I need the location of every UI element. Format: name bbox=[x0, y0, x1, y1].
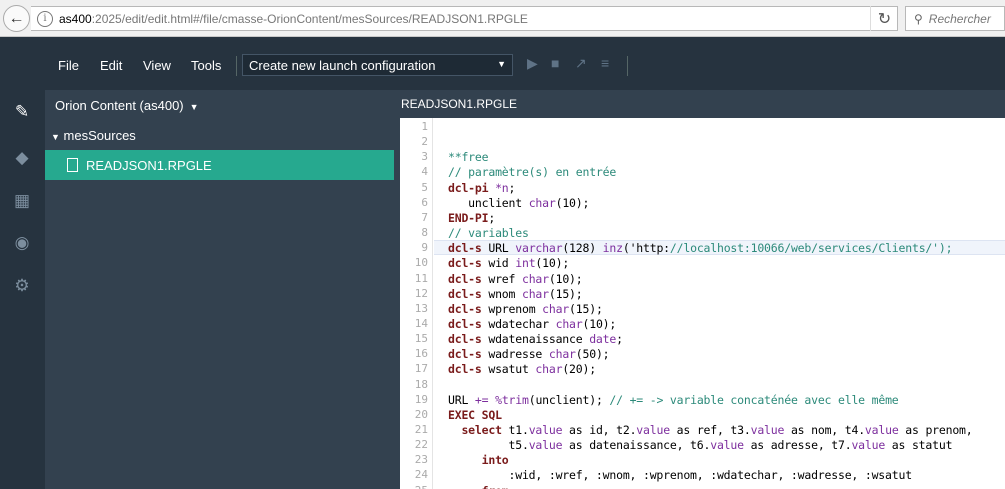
code-line[interactable]: from bbox=[448, 484, 509, 489]
globe-icon[interactable]: ◉ bbox=[10, 231, 34, 255]
line-number-gutter: 1234567891011121314151617181920212223242… bbox=[400, 118, 433, 489]
code-line[interactable]: unclient char(10); bbox=[448, 196, 589, 210]
folder-expand-icon: ▼ bbox=[51, 132, 60, 142]
line-number: 22 bbox=[414, 438, 428, 452]
code-line[interactable]: dcl-s wref char(10); bbox=[448, 272, 583, 286]
search-icon: ⚲ bbox=[914, 11, 923, 26]
file-label: READJSON1.RPGLE bbox=[86, 157, 212, 173]
line-number: 2 bbox=[421, 135, 428, 149]
code-line[interactable]: URL += %trim(unclient); // += -> variabl… bbox=[448, 393, 899, 407]
line-number: 8 bbox=[421, 226, 428, 240]
code-line[interactable]: EXEC SQL bbox=[448, 408, 502, 422]
open-external-icon[interactable]: ↗ bbox=[575, 55, 587, 72]
line-number: 18 bbox=[414, 377, 428, 391]
file-icon bbox=[67, 158, 78, 172]
line-number: 12 bbox=[414, 286, 428, 300]
file-navigator: Orion Content (as400) ▼ ▼ mesSources READ… bbox=[45, 90, 395, 489]
stop-icon[interactable]: ■ bbox=[551, 55, 559, 71]
search-input[interactable]: ⚲ Rechercher bbox=[905, 6, 1005, 31]
back-button[interactable]: ← bbox=[3, 5, 30, 32]
line-number: 10 bbox=[414, 256, 428, 270]
code-line[interactable]: select t1.value as id, t2.value as ref, … bbox=[448, 423, 972, 437]
code-line[interactable]: :wid, :wref, :wnom, :wprenom, :wdatechar… bbox=[448, 468, 913, 482]
code-line[interactable]: dcl-s wdatechar char(10); bbox=[448, 317, 616, 331]
line-number: 3 bbox=[421, 150, 428, 164]
settings-gear-icon[interactable]: ⚙ bbox=[10, 274, 34, 298]
code-line[interactable]: **free bbox=[448, 150, 489, 164]
terminal-icon[interactable]: ▦ bbox=[10, 189, 34, 213]
line-number: 24 bbox=[414, 468, 428, 482]
code-line[interactable]: dcl-s wdatenaissance date; bbox=[448, 332, 623, 346]
line-number: 21 bbox=[414, 423, 428, 436]
search-placeholder: Rechercher bbox=[928, 11, 991, 26]
git-icon[interactable]: ◆ bbox=[10, 146, 34, 170]
edit-pencil-icon[interactable]: ✎ bbox=[10, 100, 34, 124]
line-number: 14 bbox=[414, 316, 428, 330]
line-number: 19 bbox=[414, 392, 428, 406]
url-path: :2025/edit/edit.html#/file/cmasse-OrionC… bbox=[91, 11, 528, 26]
address-bar[interactable]: i as400:2025/edit/edit.html#/file/cmasse… bbox=[31, 6, 898, 31]
line-number: 13 bbox=[414, 301, 428, 315]
list-icon[interactable]: ≡ bbox=[601, 55, 609, 71]
line-number: 1 bbox=[421, 120, 428, 133]
line-number: 20 bbox=[414, 407, 428, 421]
info-icon[interactable]: i bbox=[37, 10, 53, 27]
line-number: 5 bbox=[421, 180, 428, 194]
code-line[interactable]: dcl-s wprenom char(15); bbox=[448, 302, 603, 316]
code-line[interactable]: dcl-s wnom char(15); bbox=[448, 287, 583, 301]
code-line[interactable]: // paramètre(s) en entrée bbox=[448, 165, 616, 179]
line-number: 6 bbox=[421, 195, 428, 209]
menu-tools[interactable]: Tools bbox=[191, 58, 221, 73]
code-line[interactable]: dcl-pi *n; bbox=[448, 181, 515, 195]
launch-config-label: Create new launch configuration bbox=[249, 57, 436, 73]
line-number: 16 bbox=[414, 347, 428, 361]
workspace-title: Orion Content (as400) bbox=[55, 98, 184, 113]
left-side-bar: ✎ ◆ ▦ ◉ ⚙ bbox=[0, 90, 45, 489]
code-line[interactable]: t5.value as datenaissance, t6.value as a… bbox=[448, 438, 953, 452]
launch-config-select[interactable]: Create new launch configuration ▼ bbox=[242, 54, 513, 76]
menu-file[interactable]: File bbox=[58, 58, 79, 73]
menu-separator bbox=[236, 56, 237, 76]
line-number: 7 bbox=[421, 210, 428, 224]
code-line[interactable]: dcl-s wsatut char(20); bbox=[448, 362, 596, 376]
code-line[interactable]: dcl-s wid int(10); bbox=[448, 256, 569, 270]
run-icon[interactable]: ▶ bbox=[527, 55, 538, 72]
code-line[interactable]: END-PI; bbox=[448, 211, 495, 225]
line-number: 15 bbox=[414, 332, 428, 346]
line-number: 9 bbox=[421, 241, 428, 255]
code-line[interactable]: into bbox=[448, 453, 509, 467]
line-number: 25 bbox=[415, 484, 428, 489]
code-editor[interactable]: 1234567891011121314151617181920212223242… bbox=[400, 118, 1005, 489]
workspace-selector[interactable]: Orion Content (as400) ▼ bbox=[55, 98, 199, 113]
chevron-down-icon: ▼ bbox=[189, 102, 199, 112]
menu-edit[interactable]: Edit bbox=[100, 58, 122, 73]
line-number: 23 bbox=[414, 453, 428, 467]
menu-bar: File Edit View Tools Create new launch c… bbox=[0, 38, 1005, 90]
tree-file-selected[interactable]: READJSON1.RPGLE bbox=[45, 150, 394, 180]
toolbar-separator bbox=[627, 56, 628, 76]
code-line[interactable]: dcl-s wadresse char(50); bbox=[448, 347, 610, 361]
reload-button[interactable]: ↻ bbox=[870, 6, 898, 31]
line-number: 11 bbox=[414, 271, 428, 285]
editor-pane: READJSON1.RPGLE 1 2 3 4 5 6 7 8 9 10 11 12 13 14 15 16 1… bbox=[395, 90, 1005, 489]
folder-label: mesSources bbox=[63, 128, 136, 143]
editor-tab-title: READJSON1.RPGLE bbox=[401, 97, 518, 111]
browser-toolbar: ← i as400:2025/edit/edit.html#/file/cmas… bbox=[0, 0, 1005, 37]
back-arrow-icon: ← bbox=[8, 9, 25, 27]
line-number: 4 bbox=[421, 165, 428, 179]
chevron-down-icon: ▼ bbox=[497, 59, 506, 69]
tree-folder[interactable]: ▼ mesSources bbox=[51, 128, 136, 143]
line-number: 17 bbox=[414, 362, 428, 376]
code-line[interactable]: dcl-s URL varchar(128) inz('http://local… bbox=[448, 241, 953, 255]
menu-view[interactable]: View bbox=[143, 58, 171, 73]
url-host: as400 bbox=[59, 11, 92, 26]
code-line[interactable]: // variables bbox=[448, 226, 529, 240]
reload-icon: ↻ bbox=[877, 10, 892, 28]
